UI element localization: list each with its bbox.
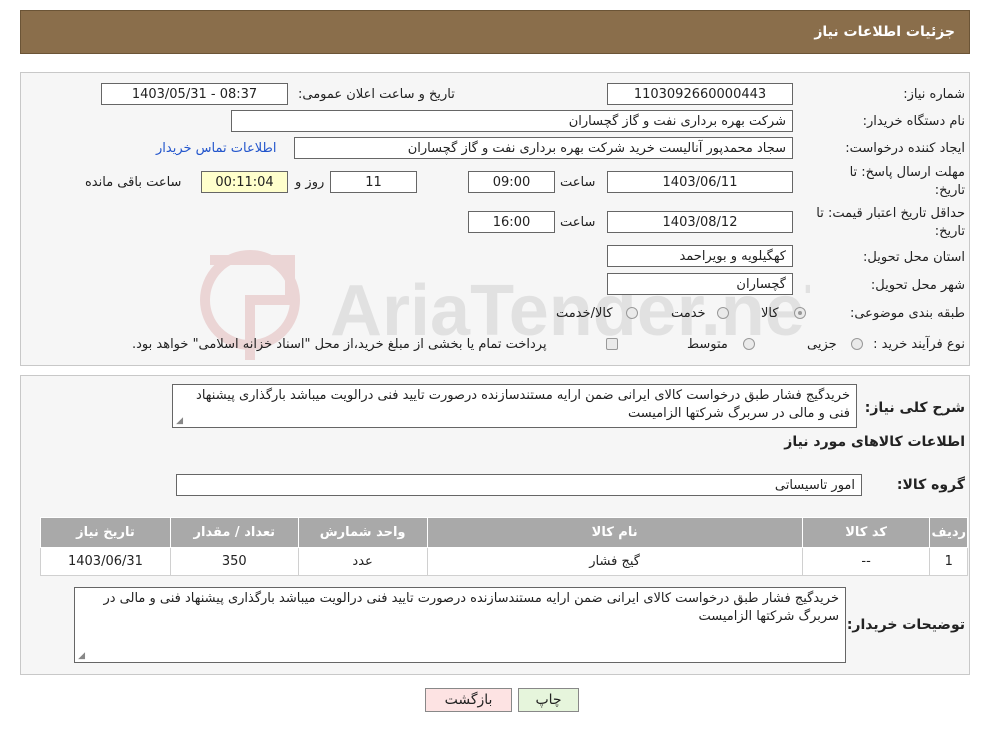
process-type-label: نوع فرآیند خرید : bbox=[873, 337, 965, 352]
back-button[interactable]: بازگشت bbox=[425, 688, 512, 712]
announce-datetime-field[interactable]: 1403/05/31 - 08:37 bbox=[101, 83, 288, 105]
city-label: شهر محل تحویل: bbox=[870, 278, 965, 293]
process-medium-label: متوسط bbox=[687, 337, 728, 352]
goods-info-title: اطلاعات کالاهای مورد نیاز bbox=[784, 434, 965, 450]
creator-field[interactable]: سجاد محمدپور آنالیست خرید شرکت بهره بردا… bbox=[294, 137, 793, 159]
resize-grip-icon[interactable]: ◢ bbox=[175, 417, 183, 426]
page-header: جزئیات اطلاعات نیاز bbox=[20, 10, 970, 54]
buyer-org-field[interactable]: شرکت بهره برداری نفت و گاز گچساران bbox=[231, 110, 793, 132]
cell-unit: عدد bbox=[297, 547, 428, 576]
process-partial-radio[interactable] bbox=[851, 338, 863, 350]
price-validity-time-field[interactable]: 16:00 bbox=[468, 211, 555, 233]
col-item-code: کد کالا bbox=[801, 517, 931, 548]
category-service-radio[interactable] bbox=[717, 307, 729, 319]
col-quantity: تعداد / مقدار bbox=[169, 517, 299, 548]
process-partial-label: جزیی bbox=[807, 337, 837, 352]
buyer-notes-text: خریدگیج فشار طبق درخواست کالای ایرانی ضم… bbox=[103, 591, 839, 624]
process-medium-radio[interactable] bbox=[743, 338, 755, 350]
price-validity-date-field[interactable]: 1403/08/12 bbox=[607, 211, 793, 233]
need-number-field[interactable]: 1103092660000443 bbox=[607, 83, 793, 105]
category-goods-service-radio[interactable] bbox=[626, 307, 638, 319]
print-button[interactable]: چاپ bbox=[518, 688, 579, 712]
remaining-label: ساعت باقی مانده bbox=[85, 175, 182, 190]
col-row-number: ردیف bbox=[929, 517, 968, 548]
creator-label: ایجاد کننده درخواست: bbox=[845, 141, 965, 156]
need-summary-textarea[interactable]: خریدگیج فشار طبق درخواست کالای ایرانی ضم… bbox=[172, 384, 857, 428]
deadline-label-date: تاریخ: bbox=[934, 183, 965, 198]
need-summary-label: شرح کلی نیاز: bbox=[864, 400, 965, 416]
category-service-label: خدمت bbox=[671, 306, 706, 321]
buyer-notes-textarea[interactable]: خریدگیج فشار طبق درخواست کالای ایرانی ضم… bbox=[74, 587, 846, 663]
cell-item-code: -- bbox=[801, 547, 931, 576]
deadline-label: مهلت ارسال پاسخ: تا bbox=[849, 165, 965, 180]
announce-datetime-label: تاریخ و ساعت اعلان عمومی: bbox=[298, 87, 455, 102]
buyer-notes-label: توضیحات خریدار: bbox=[846, 617, 965, 633]
buyer-org-label: نام دستگاه خریدار: bbox=[862, 114, 965, 129]
goods-table: ردیف کد کالا نام کالا واحد شمارش تعداد /… bbox=[40, 517, 968, 576]
category-label: طبقه بندی موضوعی: bbox=[849, 306, 965, 321]
buyer-contact-link[interactable]: اطلاعات تماس خریدار bbox=[156, 141, 276, 156]
deadline-date-field[interactable]: 1403/06/11 bbox=[607, 171, 793, 193]
deadline-time-field[interactable]: 09:00 bbox=[468, 171, 555, 193]
resize-grip-icon[interactable]: ◢ bbox=[77, 652, 85, 661]
cell-need-date: 1403/06/31 bbox=[40, 547, 171, 576]
table-row[interactable]: 1 -- گیج فشار عدد 350 1403/06/31 bbox=[40, 547, 968, 576]
cell-quantity: 350 bbox=[169, 547, 299, 576]
goods-table-header: ردیف کد کالا نام کالا واحد شمارش تعداد /… bbox=[40, 517, 968, 548]
deadline-time-label: ساعت bbox=[560, 175, 596, 190]
category-goods-label: کالا bbox=[761, 306, 779, 321]
category-goods-radio[interactable] bbox=[794, 307, 806, 319]
need-summary-text: خریدگیج فشار طبق درخواست کالای ایرانی ضم… bbox=[196, 388, 850, 421]
col-need-date: تاریخ نیاز bbox=[40, 517, 171, 548]
province-label: استان محل تحویل: bbox=[863, 250, 965, 265]
page-title: جزئیات اطلاعات نیاز bbox=[814, 24, 955, 40]
days-label: روز و bbox=[295, 175, 325, 190]
price-validity-time-label: ساعت bbox=[560, 215, 596, 230]
goods-group-field[interactable]: امور تاسیساتی bbox=[176, 474, 862, 496]
remaining-days-field[interactable]: 11 bbox=[330, 171, 417, 193]
goods-group-label: گروه کالا: bbox=[896, 477, 965, 493]
treasury-payment-note: پرداخت تمام یا بخشی از مبلغ خرید،از محل … bbox=[132, 337, 547, 352]
category-goods-service-label: کالا/خدمت bbox=[556, 306, 613, 321]
city-field[interactable]: گچساران bbox=[607, 273, 793, 295]
cell-row-number: 1 bbox=[929, 547, 968, 576]
need-number-label: شماره نیاز: bbox=[903, 87, 965, 102]
remaining-time-field[interactable]: 00:11:04 bbox=[201, 171, 288, 193]
price-validity-label: حداقل تاریخ اعتبار قیمت: تا bbox=[816, 206, 965, 221]
col-item-name: نام کالا bbox=[426, 517, 803, 548]
province-field[interactable]: کهگیلویه و بویراحمد bbox=[607, 245, 793, 267]
cell-item-name: گیج فشار bbox=[426, 547, 803, 576]
price-validity-label-date: تاریخ: bbox=[934, 224, 965, 239]
col-unit: واحد شمارش bbox=[297, 517, 428, 548]
treasury-payment-checkbox[interactable] bbox=[606, 338, 618, 350]
